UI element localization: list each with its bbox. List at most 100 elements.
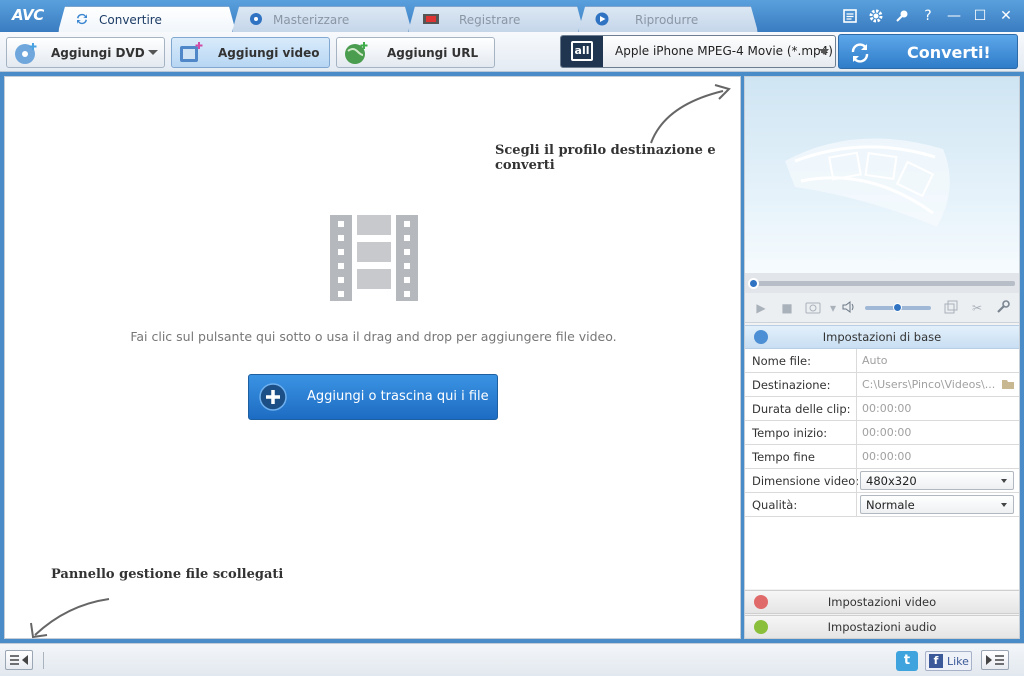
title-bar: AVC Convertire Masterizzare Registrare R… [0,0,1024,32]
twitter-icon[interactable]: t [896,651,918,671]
right-panel-toggle[interactable] [981,650,1009,670]
volume-handle[interactable] [893,303,902,312]
play-icon[interactable]: ▶ [753,300,769,316]
setting-row: Dimensione video: 480x320 [745,469,1019,493]
file-drop-area[interactable]: Scegli il profilo destinazione e convert… [4,76,741,639]
maximize-icon[interactable]: ☐ [970,6,990,26]
play-icon [595,12,609,26]
audio-settings-header[interactable]: Impostazioni audio [745,615,1019,639]
gear-icon[interactable] [866,6,886,26]
start-time-field[interactable]: 00:00:00 [856,421,1019,444]
setting-row: Destinazione: C:\Users\Pinco\Videos\... [745,373,1019,397]
settings-table: Nome file: Auto Destinazione: C:\Users\P… [745,349,1019,517]
list-icon[interactable] [840,6,860,26]
window-controls: ? — ☐ ✕ [840,6,1016,26]
chevron-down-icon[interactable] [819,49,829,55]
tab-label: Convertire [99,13,162,27]
key-icon[interactable] [892,6,912,26]
panel-right-icon [986,655,1004,665]
drop-hint-text: Fai clic sul pulsante qui sotto o usa il… [130,329,617,344]
filename-field[interactable]: Auto [856,349,1019,372]
copy-icon[interactable] [943,300,959,316]
status-bar: t f Like [0,643,1024,676]
dvd-add-icon [15,43,37,64]
chevron-down-icon [1001,479,1007,483]
end-time-field[interactable]: 00:00:00 [856,445,1019,468]
panel-left-icon [10,655,28,665]
tab-riprodurre[interactable]: Riprodurre [578,6,758,32]
like-label: Like [947,655,969,668]
film-reel-graphic [785,138,950,227]
wrench-icon [754,330,768,344]
add-dvd-label: Aggiungi DVD [51,46,145,60]
tab-registrare[interactable]: Registrare [408,6,584,32]
snapshot-icon[interactable] [805,300,821,316]
facebook-icon: f [929,654,943,668]
basic-settings-header[interactable]: Impostazioni di base [745,325,1019,349]
chevron-down-icon[interactable]: ▾ [825,300,841,316]
film-icon [754,595,768,609]
convert-button[interactable]: Converti! [838,34,1018,69]
profile-label: Apple iPhone MPEG-4 Movie (*.mp4) [615,44,833,58]
film-strip-icon [330,215,418,301]
file-panel-toggle[interactable] [5,650,33,670]
divider [43,652,44,669]
video-size-select[interactable]: 480x320 [860,471,1014,490]
add-files-label: Aggiungi o trascina qui i file [307,389,489,404]
speaker-icon [754,620,768,634]
minimize-icon[interactable]: — [944,6,964,26]
output-profile-select[interactable]: all Apple iPhone MPEG-4 Movie (*.mp4) [560,35,836,68]
tab-masterizzare[interactable]: Masterizzare [232,6,412,32]
convert-icon [77,13,87,25]
chevron-down-icon [1001,503,1007,507]
close-icon[interactable]: ✕ [996,6,1016,26]
quality-select[interactable]: Normale [860,495,1014,514]
volume-icon[interactable] [841,300,857,316]
refresh-icon [851,43,869,63]
video-preview [745,77,1019,273]
add-dvd-button[interactable]: Aggiungi DVD [6,37,165,68]
seek-handle[interactable] [748,278,759,289]
settings-empty-area [745,517,1019,589]
profile-all-icon: all [561,36,603,67]
setting-row: Tempo fine 00:00:00 [745,445,1019,469]
app-logo: AVC [12,6,44,24]
add-files-button[interactable]: Aggiungi o trascina qui i file [248,374,498,420]
convert-label: Converti! [907,43,991,62]
clip-duration-field[interactable]: 00:00:00 [856,397,1019,420]
seek-track [751,281,1015,286]
plus-icon [259,383,287,411]
chevron-down-icon[interactable] [148,50,158,55]
scissors-icon[interactable]: ✂ [969,300,985,316]
setting-row: Durata delle clip: 00:00:00 [745,397,1019,421]
add-video-label: Aggiungi video [218,46,320,60]
arrow-icon [30,598,110,639]
right-panel: ▶ ■ ▾ ✂ Impostazioni di base Nome file: … [744,76,1020,639]
setting-row: Nome file: Auto [745,349,1019,373]
video-settings-header[interactable]: Impostazioni video [745,590,1019,614]
destination-field[interactable]: C:\Users\Pinco\Videos\... [856,373,1019,396]
tab-label: Masterizzare [273,13,350,27]
playback-controls: ▶ ■ ▾ ✂ [745,293,1019,323]
add-url-button[interactable]: Aggiungi URL [336,37,495,68]
folder-icon[interactable] [1001,378,1015,390]
setting-row: Qualità: Normale [745,493,1019,517]
facebook-like-button[interactable]: f Like [925,651,972,671]
add-url-label: Aggiungi URL [387,46,479,60]
tab-convertire[interactable]: Convertire [58,6,236,32]
seek-bar[interactable] [745,273,1019,293]
setting-row: Tempo inizio: 00:00:00 [745,421,1019,445]
help-icon[interactable]: ? [918,6,938,26]
wrench-icon[interactable] [995,300,1011,316]
tab-label: Riprodurre [635,13,699,27]
arrow-icon [650,84,731,144]
add-video-button[interactable]: Aggiungi video [171,37,330,68]
profile-annotation: Scegli il profilo destinazione e convert… [495,143,716,173]
globe-add-icon [345,42,368,64]
tab-label: Registrare [459,13,521,27]
panel-annotation: Pannello gestione file scollegati [51,567,284,582]
record-icon [423,14,439,24]
film-add-icon [180,42,203,62]
disc-icon [250,13,262,25]
stop-icon[interactable]: ■ [779,300,795,316]
